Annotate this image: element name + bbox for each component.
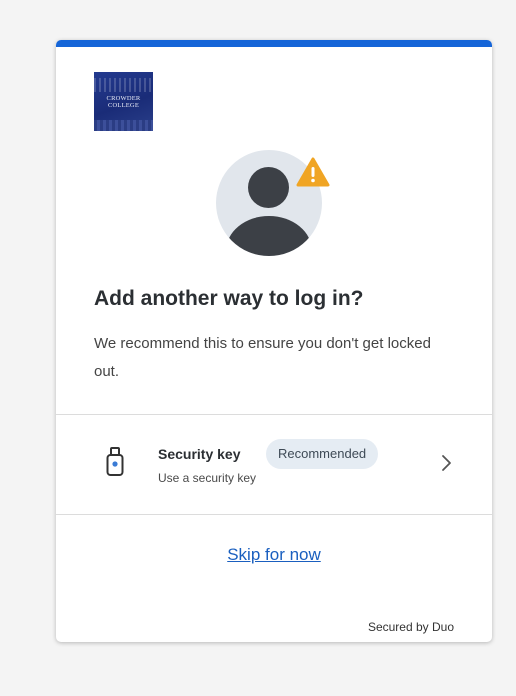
security-key-icon xyxy=(106,447,124,476)
security-key-option[interactable]: Security key Recommended Use a security … xyxy=(56,414,492,514)
skip-for-now-link[interactable]: Skip for now xyxy=(227,545,321,564)
logo-text-line2: COLLEGE xyxy=(107,101,139,109)
secured-by-duo: Secured by Duo xyxy=(367,620,454,634)
logo-base xyxy=(94,120,153,131)
logo-building xyxy=(94,78,153,92)
option-subtitle: Use a security key xyxy=(158,471,257,485)
page-title: Add another way to log in? xyxy=(94,287,364,310)
logo-text-line1: CROWDER xyxy=(106,94,141,102)
skip-container: Skip for now xyxy=(56,545,492,565)
college-logo: CROWDER COLLEGE xyxy=(94,72,153,131)
chevron-right-icon xyxy=(442,455,451,471)
accent-bar xyxy=(56,40,492,47)
option-title: Security key xyxy=(158,446,241,462)
recommended-badge: Recommended xyxy=(266,439,379,469)
user-avatar-icon xyxy=(216,150,330,262)
login-card: CROWDER COLLEGE Add another way to log i… xyxy=(56,40,492,642)
page-description: We recommend this to ensure you don't ge… xyxy=(94,335,431,380)
warning-icon xyxy=(296,157,330,187)
divider-bottom xyxy=(56,514,492,515)
